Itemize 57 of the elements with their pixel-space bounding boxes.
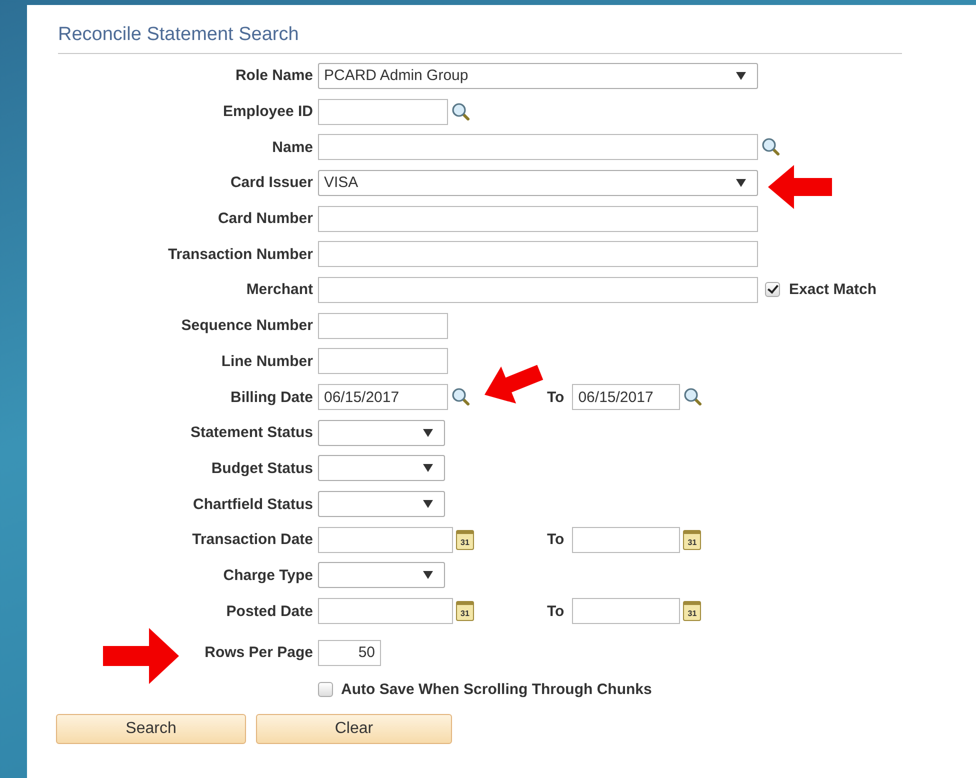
- page-title: Reconcile Statement Search: [58, 23, 299, 47]
- dropdown-field[interactable]: VISA: [318, 170, 758, 196]
- date-field[interactable]: [318, 526, 453, 553]
- search-icon[interactable]: [761, 137, 781, 158]
- calendar-icon[interactable]: 31: [683, 601, 702, 622]
- field-label: Chartfield Status: [192, 496, 313, 513]
- input-field[interactable]: [318, 98, 448, 125]
- dropdown-field[interactable]: PCARD Admin Group: [318, 62, 758, 89]
- field-label: Employee ID: [222, 103, 313, 120]
- date-field[interactable]: 06/15/2017: [572, 384, 680, 410]
- field-label: Transaction Number: [166, 246, 313, 263]
- search-icon[interactable]: [683, 387, 704, 408]
- input-field[interactable]: [318, 312, 448, 339]
- field-label: To: [547, 602, 564, 620]
- field-label: To: [547, 388, 564, 406]
- search-icon[interactable]: [451, 387, 471, 408]
- search-icon[interactable]: [451, 102, 471, 122]
- field-label: Rows Per Page: [204, 644, 313, 662]
- field-label: Line Number: [220, 352, 313, 370]
- input-field[interactable]: [318, 348, 448, 374]
- input-field[interactable]: 50: [318, 640, 381, 666]
- checkbox[interactable]: [318, 682, 333, 697]
- input-field[interactable]: [318, 276, 758, 303]
- field-label: Posted Date: [225, 602, 313, 620]
- date-field[interactable]: [318, 598, 453, 624]
- field-label: To: [547, 531, 564, 548]
- date-field[interactable]: [572, 526, 680, 553]
- checkbox[interactable]: [765, 282, 780, 298]
- field-label: Card Issuer: [229, 174, 313, 192]
- calendar-icon[interactable]: 31: [683, 530, 702, 550]
- field-label: Sequence Number: [180, 317, 313, 334]
- action-button[interactable]: Search: [56, 714, 246, 744]
- dropdown-field[interactable]: [318, 562, 445, 588]
- date-field[interactable]: 06/15/2017: [318, 384, 448, 410]
- dropdown-field[interactable]: [318, 420, 445, 446]
- calendar-icon[interactable]: 31: [456, 601, 474, 622]
- field-label: Statement Status: [189, 424, 313, 442]
- action-button[interactable]: Clear: [256, 714, 452, 744]
- callout-arrow: [484, 364, 544, 404]
- input-field[interactable]: [318, 241, 758, 268]
- calendar-icon[interactable]: 31: [456, 530, 474, 550]
- date-field[interactable]: [572, 598, 680, 624]
- checkbox-label: Exact Match: [789, 281, 877, 298]
- field-label: Transaction Date: [191, 531, 313, 548]
- callout-arrow: [768, 165, 832, 209]
- checkbox-label: Auto Save When Scrolling Through Chunks: [341, 680, 652, 698]
- field-label: Card Number: [216, 210, 313, 228]
- field-label: Charge Type: [222, 566, 313, 584]
- field-label: Budget Status: [210, 460, 313, 477]
- field-label: Role Name: [234, 67, 313, 84]
- field-label: Merchant: [245, 281, 313, 298]
- field-label: Billing Date: [229, 388, 313, 406]
- input-field[interactable]: [318, 134, 758, 160]
- dropdown-field[interactable]: [318, 455, 445, 482]
- field-label: Name: [271, 138, 313, 156]
- input-field[interactable]: [318, 206, 758, 232]
- dropdown-field[interactable]: [318, 491, 445, 518]
